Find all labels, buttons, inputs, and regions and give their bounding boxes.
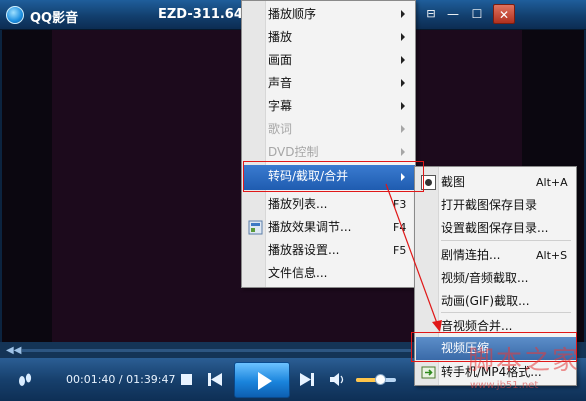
submenu-item-label: 设置截图保存目录...: [441, 221, 549, 235]
menu-item-label: 播放顺序: [268, 7, 317, 21]
submenu-item-label: 动画(GIF)截取...: [441, 294, 530, 308]
menu-item-label: 播放效果调节...: [268, 220, 352, 234]
submenu-arrow-icon: [401, 148, 405, 156]
volume-knob[interactable]: [375, 374, 386, 385]
volume-icon[interactable]: [330, 373, 344, 386]
submenu-separator-2: [441, 312, 571, 313]
main-menu-button[interactable]: ⊟: [420, 4, 442, 24]
submenu-arrow-icon: [401, 33, 405, 41]
menu-item-4[interactable]: 声音: [243, 72, 415, 95]
qq-player-window: QQ影音 EZD-311.640 ⊟ — ☐ ✕ ◀◀ 00:01:40 / 0…: [0, 0, 586, 401]
menu-item-1[interactable]: 播放顺序: [243, 3, 415, 26]
watermark-logo: 脚本之家: [468, 346, 581, 376]
volume-slider[interactable]: [356, 374, 396, 385]
menu-item-label: 播放列表...: [268, 197, 328, 211]
effects-settings-icon: [248, 220, 263, 235]
submenu-arrow-icon: [401, 125, 405, 133]
footprint-icon[interactable]: [16, 370, 34, 388]
play-button[interactable]: [234, 362, 290, 398]
current-time: 00:01:40: [66, 373, 116, 386]
menu-item-3[interactable]: 画面: [243, 49, 415, 72]
file-title: EZD-311.640: [158, 7, 252, 22]
menu-item-2[interactable]: 播放: [243, 26, 415, 49]
submenu-separator-1: [441, 240, 571, 241]
menu-item-6: 歌词: [243, 118, 415, 141]
close-button[interactable]: ✕: [493, 4, 515, 24]
menu-item-label: 画面: [268, 53, 293, 67]
time-separator: /: [115, 373, 127, 386]
watermark-url: www.jb51.net: [470, 380, 539, 391]
submenu-item-label: 视频/音频截取...: [441, 271, 529, 285]
submenu-arrow-icon: [401, 102, 405, 110]
previous-icon[interactable]: [208, 373, 222, 386]
rewind-icon[interactable]: ◀◀: [6, 345, 21, 356]
stop-icon[interactable]: [181, 374, 192, 385]
menu-item-label: 字幕: [268, 99, 293, 113]
menu-item-label: 播放器设置...: [268, 243, 340, 257]
annotation-arrow-icon: [385, 183, 442, 332]
submenu-item-shortcut: Alt+A: [536, 176, 568, 189]
playback-time: 00:01:40 / 01:39:47: [66, 373, 176, 386]
menu-item-label: 文件信息...: [268, 266, 328, 280]
menu-item-label: 歌词: [268, 122, 293, 136]
next-icon[interactable]: [300, 373, 314, 386]
minimize-button[interactable]: —: [442, 4, 464, 24]
menu-item-label: 声音: [268, 76, 293, 90]
menu-item-5[interactable]: 字幕: [243, 95, 415, 118]
maximize-button[interactable]: ☐: [466, 4, 488, 24]
submenu-arrow-icon: [401, 79, 405, 87]
play-icon: [258, 372, 272, 390]
menu-item-label: 播放: [268, 30, 293, 44]
submenu-arrow-icon: [401, 10, 405, 18]
total-time: 01:39:47: [126, 373, 176, 386]
submenu-item-label: 打开截图保存目录: [441, 198, 538, 212]
submenu-arrow-icon: [401, 56, 405, 64]
seek-bar[interactable]: [22, 349, 412, 352]
qq-player-logo-icon: [6, 6, 24, 24]
mobile-convert-icon: [421, 366, 436, 379]
app-title: QQ影音: [30, 11, 79, 26]
submenu-item-shortcut: Alt+S: [536, 249, 568, 262]
